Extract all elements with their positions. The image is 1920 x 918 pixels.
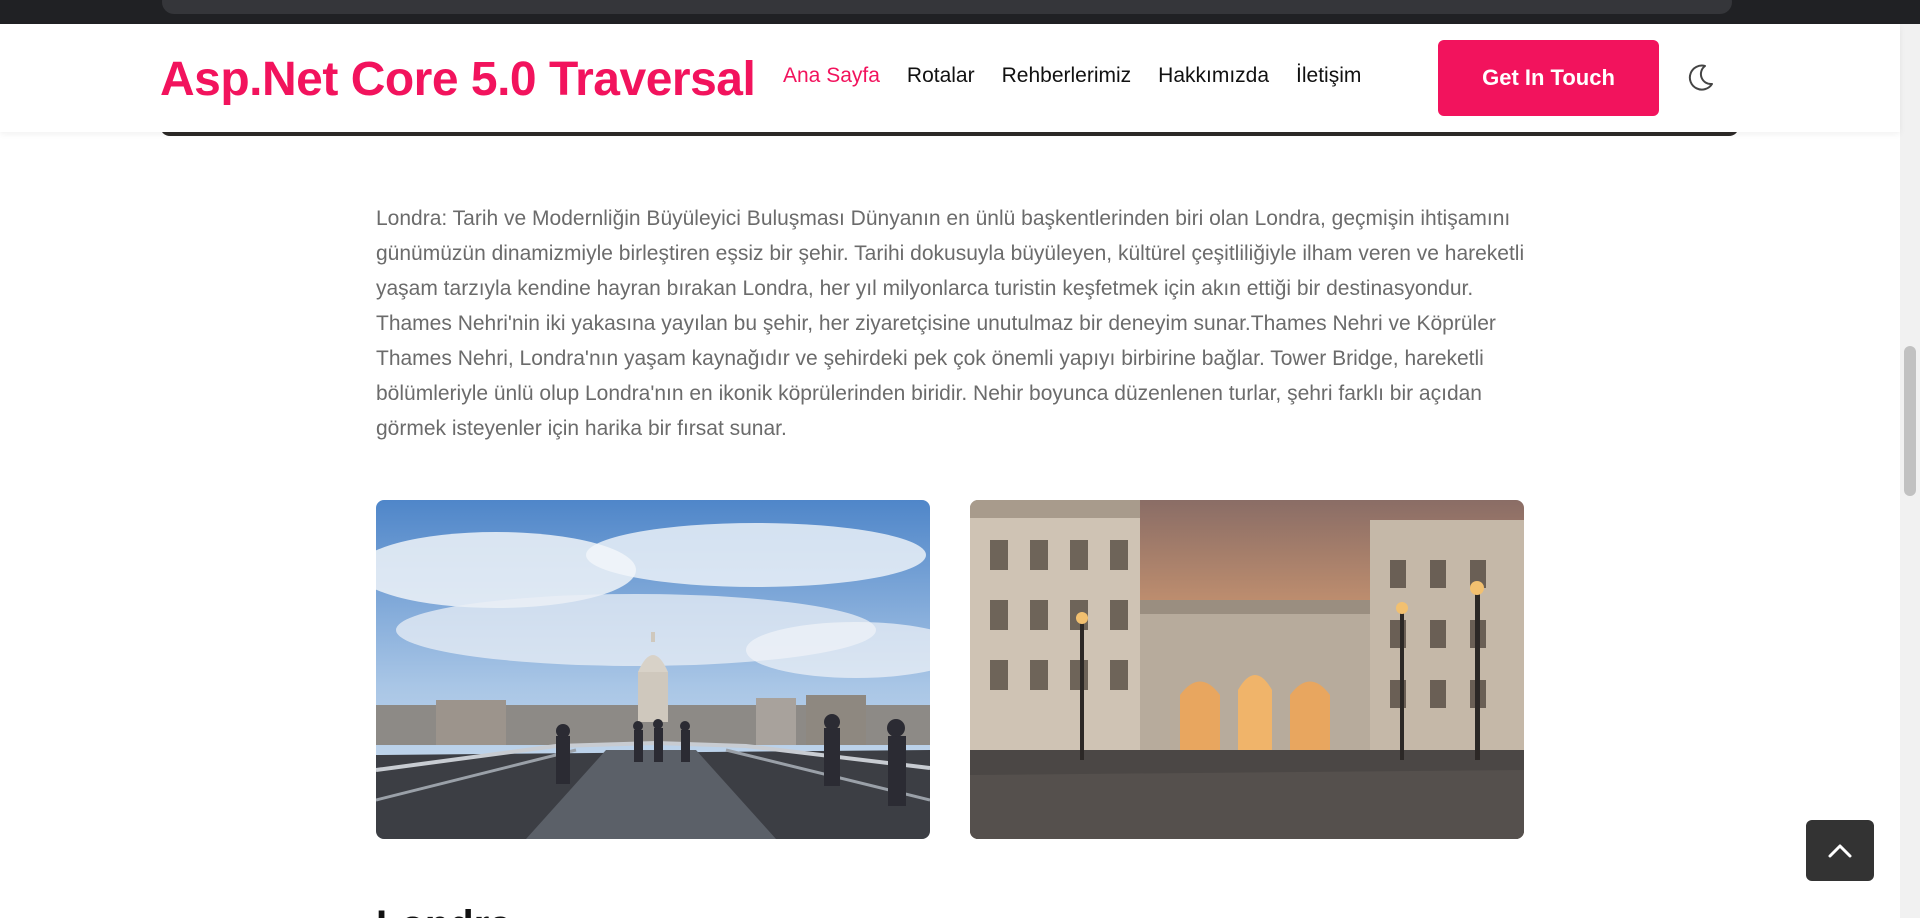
nav-item-rotalar[interactable]: Rotalar (907, 64, 975, 88)
page-scrollbar[interactable] (1900, 24, 1920, 918)
section-heading-partial: Londra (376, 903, 512, 918)
nav-item-hakkimizda[interactable]: Hakkımızda (1158, 64, 1269, 88)
main-nav: Ana Sayfa Rotalar Rehberlerimiz Hakkımız… (783, 64, 1361, 88)
site-header: Asp.Net Core 5.0 Traversal Ana Sayfa Rot… (0, 24, 1900, 132)
back-to-top-button[interactable] (1806, 820, 1874, 881)
scrollbar-thumb[interactable] (1904, 346, 1916, 496)
moon-icon[interactable] (1684, 62, 1716, 94)
intro-paragraph: Londra: Tarih ve Modernliğin Büyüleyici … (376, 207, 1525, 440)
nav-item-iletisim[interactable]: İletişim (1296, 64, 1361, 88)
admiralty-arch-photo (970, 500, 1524, 839)
chevron-up-icon (1828, 844, 1852, 858)
browser-chrome (0, 0, 1920, 24)
section-heading-text: Londra (376, 903, 512, 918)
millennium-bridge-photo (376, 500, 930, 839)
nav-item-rehberlerimiz[interactable]: Rehberlerimiz (1002, 64, 1132, 88)
site-brand[interactable]: Asp.Net Core 5.0 Traversal (160, 52, 756, 107)
address-bar[interactable] (162, 0, 1732, 14)
get-in-touch-button[interactable]: Get In Touch (1438, 40, 1659, 116)
nav-item-ana-sayfa[interactable]: Ana Sayfa (783, 64, 880, 88)
